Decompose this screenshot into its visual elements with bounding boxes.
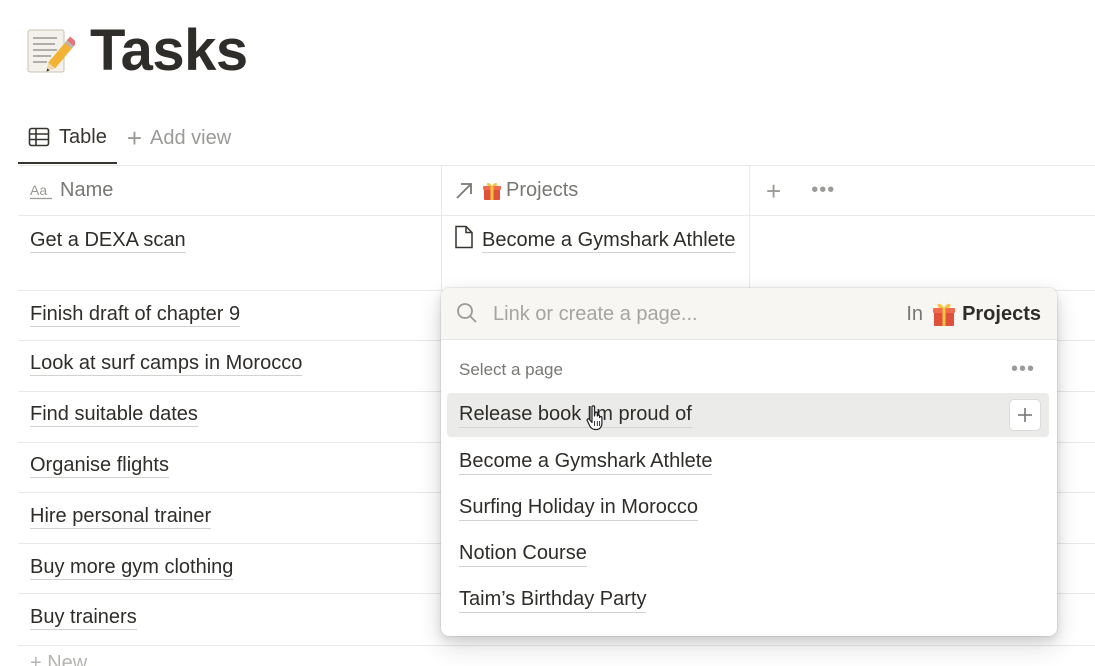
database-name[interactable]: Projects <box>962 303 1041 326</box>
search-icon <box>456 302 478 329</box>
new-row-button[interactable]: + New <box>30 652 87 666</box>
more-options-icon[interactable]: ••• <box>1011 358 1035 381</box>
page-title[interactable]: Tasks <box>90 22 248 80</box>
row-name-cell[interactable]: Buy trainers <box>30 606 137 630</box>
row-name-cell[interactable]: Get a DEXA scan <box>30 229 186 253</box>
page-option[interactable]: Release book I'm proud of <box>447 393 1049 437</box>
memo-pencil-icon[interactable] <box>24 25 76 77</box>
row-name-cell[interactable]: Hire personal trainer <box>30 505 212 529</box>
text-property-icon: Aa <box>30 182 52 200</box>
page-option[interactable]: Surfing Holiday in Morocco <box>447 486 1049 530</box>
tab-table[interactable]: Table <box>18 112 117 164</box>
page-header: Tasks <box>24 18 248 84</box>
plus-icon: + <box>126 123 142 153</box>
column-header-actions: + ••• <box>750 165 1095 216</box>
column-header-name-label: Name <box>60 179 114 201</box>
row-name-cell[interactable]: Organise flights <box>30 454 169 478</box>
gift-icon <box>931 301 957 327</box>
svg-text:Aa: Aa <box>30 182 47 198</box>
page-option-label: Notion Course <box>459 542 587 567</box>
hand-cursor-icon <box>586 405 606 436</box>
table-row[interactable]: Get a DEXA scan Become a Gymshark Athlet… <box>18 216 1095 291</box>
relation-search-input[interactable] <box>493 298 873 330</box>
page-option-label: Surfing Holiday in Morocco <box>459 496 698 521</box>
relation-chip-label: Become a Gymshark Athlete <box>482 229 736 253</box>
database-scope-label: In Projects <box>906 301 1041 327</box>
add-relation-button[interactable] <box>1009 399 1041 431</box>
page-option-label: Become a Gymshark Athlete <box>459 450 713 475</box>
view-tabs: Table + Add view <box>18 112 241 164</box>
more-options-icon[interactable]: ••• <box>811 179 835 202</box>
page-option[interactable]: Taim’s Birthday Party <box>447 578 1049 622</box>
row-name-cell[interactable]: Finish draft of chapter 9 <box>30 303 241 327</box>
in-label: In <box>906 302 924 325</box>
page-option[interactable]: Notion Course <box>447 532 1049 576</box>
column-header-name[interactable]: Aa Name <box>18 165 441 216</box>
column-header-projects-label: Projects <box>506 179 579 201</box>
row-name-cell[interactable]: Buy more gym clothing <box>30 556 234 580</box>
relation-search-bar: In Projects <box>441 288 1057 340</box>
relation-arrow-icon <box>454 181 474 201</box>
section-label: Select a page <box>459 360 563 379</box>
page-option[interactable]: Become a Gymshark Athlete <box>447 440 1049 484</box>
gift-icon <box>482 181 502 201</box>
page-option-label: Release book I'm proud of <box>459 403 692 428</box>
row-name-cell[interactable]: Find suitable dates <box>30 403 198 427</box>
add-property-button[interactable]: + <box>766 178 781 204</box>
page-icon <box>454 225 474 259</box>
relation-picker-popup: In Projects Select a page ••• Release bo… <box>441 288 1057 636</box>
tab-table-label: Table <box>59 125 107 148</box>
row-name-cell[interactable]: Look at surf camps in Morocco <box>30 352 303 376</box>
column-header-projects[interactable]: Projects <box>442 165 749 216</box>
relation-chip[interactable]: Become a Gymshark Athlete <box>454 224 744 259</box>
add-view-label: Add view <box>150 126 232 149</box>
table-icon <box>28 126 50 148</box>
add-view-button[interactable]: + Add view <box>117 112 241 164</box>
page-option-label: Taim’s Birthday Party <box>459 588 647 613</box>
